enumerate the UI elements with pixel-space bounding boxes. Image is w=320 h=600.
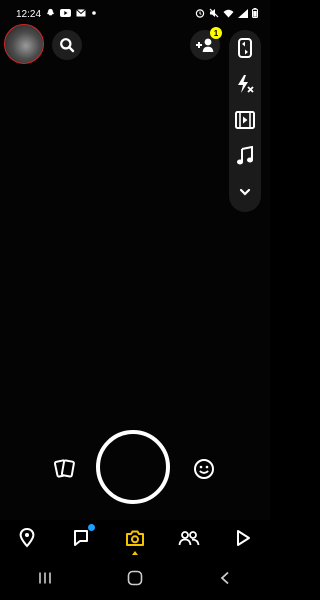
- more-tools-button[interactable]: [229, 174, 261, 210]
- status-time: 12:24: [16, 9, 42, 20]
- youtube-icon: [60, 8, 71, 17]
- nav-spotlight[interactable]: [223, 520, 263, 556]
- nav-camera[interactable]: [115, 520, 155, 556]
- battery-icon: [252, 8, 258, 18]
- status-bar: 12:24: [0, 0, 270, 30]
- notification-badge: 1: [210, 27, 222, 39]
- dot-icon: [92, 10, 96, 15]
- chat-icon: [74, 530, 88, 546]
- lens-smiley-icon: [194, 459, 214, 479]
- home-button[interactable]: [115, 558, 155, 598]
- stories-icon: [178, 531, 200, 546]
- signal-icon: [238, 8, 248, 18]
- bottom-nav: [0, 520, 270, 556]
- lens-button[interactable]: [189, 454, 219, 484]
- back-button[interactable]: [205, 558, 245, 598]
- search-icon: [60, 38, 75, 53]
- mute-icon: [209, 8, 219, 18]
- status-left-icons: [46, 8, 97, 17]
- video-effects-icon: [235, 111, 255, 129]
- home-icon: [127, 570, 143, 586]
- snapchat-ghost-icon: [46, 8, 55, 16]
- active-indicator: [132, 551, 138, 555]
- status-right-icons: [195, 8, 258, 18]
- music-icon: [237, 146, 253, 165]
- nav-chat[interactable]: [61, 520, 101, 556]
- system-nav: [0, 556, 270, 600]
- music-button[interactable]: [229, 138, 261, 174]
- back-icon: [220, 571, 229, 585]
- wifi-icon: [223, 9, 234, 17]
- memories-button[interactable]: [50, 454, 80, 484]
- flash-button[interactable]: [229, 66, 261, 102]
- recent-apps-button[interactable]: [25, 558, 65, 598]
- recent-apps-icon: [39, 572, 51, 584]
- chat-unread-dot: [88, 524, 95, 531]
- add-friend-icon: [196, 38, 214, 52]
- alarm-icon: [195, 9, 205, 18]
- avatar[interactable]: [4, 24, 44, 64]
- camera-toolbar: [229, 30, 261, 212]
- chevron-down-icon: [239, 188, 251, 196]
- camera-icon: [126, 530, 144, 546]
- flash-off-icon: [238, 75, 254, 93]
- search-button[interactable]: [52, 30, 82, 60]
- nav-stories[interactable]: [169, 520, 209, 556]
- nav-map[interactable]: [7, 520, 47, 556]
- flip-camera-icon: [238, 38, 252, 58]
- video-effects-button[interactable]: [229, 102, 261, 138]
- flip-camera-button[interactable]: [229, 30, 261, 66]
- memories-icon: [53, 459, 75, 478]
- mail-icon: [76, 8, 86, 16]
- spotlight-icon: [237, 530, 250, 546]
- capture-button[interactable]: [96, 430, 170, 504]
- map-icon: [19, 528, 35, 548]
